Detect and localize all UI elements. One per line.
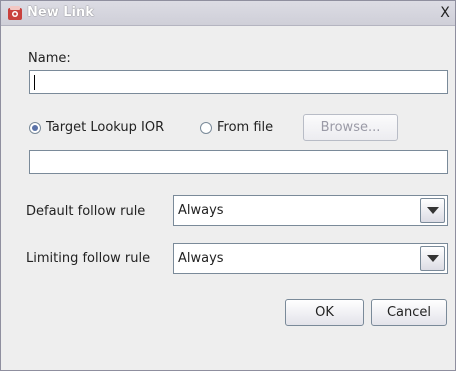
- close-icon[interactable]: X: [437, 5, 453, 21]
- new-link-dialog: New Link X Name: Target Lookup IOR From …: [0, 0, 456, 371]
- window-title: New Link: [27, 5, 94, 20]
- radio-from-file[interactable]: [200, 122, 212, 134]
- cancel-button[interactable]: Cancel: [371, 299, 447, 326]
- name-field[interactable]: [29, 70, 448, 94]
- limiting-follow-rule-select[interactable]: Always: [173, 243, 448, 274]
- ok-button[interactable]: OK: [285, 299, 364, 326]
- radio-from-file-label[interactable]: From file: [217, 120, 273, 135]
- app-icon: [7, 5, 23, 21]
- chevron-down-icon[interactable]: [420, 198, 445, 223]
- limiting-follow-rule-value: Always: [178, 251, 224, 266]
- radio-target-lookup-ior[interactable]: [29, 122, 41, 134]
- chevron-down-icon[interactable]: [420, 246, 445, 271]
- text-caret: [34, 75, 35, 90]
- default-follow-rule-select[interactable]: Always: [173, 195, 448, 226]
- default-follow-rule-value: Always: [178, 203, 224, 218]
- browse-button[interactable]: Browse...: [303, 114, 398, 141]
- title-bar[interactable]: New Link X: [1, 1, 455, 26]
- ior-field[interactable]: [29, 150, 448, 174]
- name-label: Name:: [28, 51, 71, 66]
- limiting-follow-rule-label: Limiting follow rule: [26, 251, 151, 266]
- radio-target-lookup-ior-label[interactable]: Target Lookup IOR: [46, 120, 164, 135]
- radio-selected-dot: [32, 125, 38, 131]
- default-follow-rule-label: Default follow rule: [26, 204, 146, 219]
